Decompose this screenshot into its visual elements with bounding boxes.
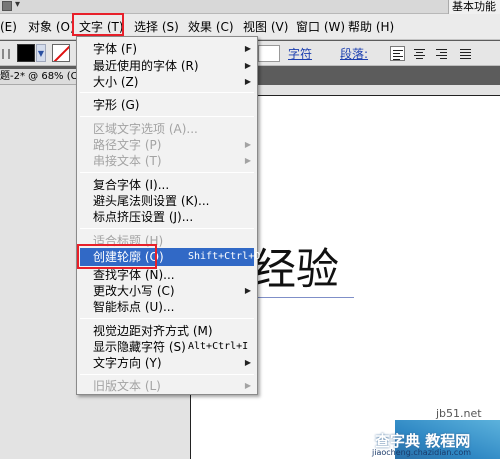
menu-edit[interactable]: (E) (0, 14, 17, 40)
menu-separator (80, 318, 254, 319)
align-center-icon[interactable] (412, 46, 427, 61)
menu-item-mojikumi-settings[interactable]: 标点挤压设置 (J)... (80, 208, 254, 226)
menu-help[interactable]: 帮助 (H) (348, 14, 394, 40)
workspace-switcher[interactable]: 基本功能 (448, 0, 500, 14)
align-left-icon[interactable] (390, 46, 405, 61)
menu-separator (80, 92, 254, 93)
app-icon[interactable] (2, 1, 12, 11)
menu-item-glyphs[interactable]: 字形 (G) (80, 96, 254, 114)
chevron-down-icon[interactable]: ▾ (15, 0, 20, 10)
menu-separator (80, 374, 254, 375)
submenu-arrow-icon: ▶ (244, 44, 251, 53)
fill-dropdown-icon[interactable]: ▼ (36, 44, 46, 62)
shortcut-create-outlines: Shift+Ctrl+O (188, 251, 261, 262)
menu-separator (80, 228, 254, 229)
menu-item-size[interactable]: 大小 (Z) ▶ (80, 73, 254, 91)
type-menu-dropdown: 字体 (F) ▶ 最近使用的字体 (R) ▶ 大小 (Z) ▶ 字形 (G) 区域文字… (76, 36, 261, 395)
menu-separator (80, 172, 254, 173)
create-outlines-highlight (77, 244, 157, 269)
watermark-url: jiaocheng.chazidian.com (372, 448, 472, 457)
align-right-icon[interactable] (434, 46, 449, 61)
justify-icon[interactable] (458, 46, 473, 61)
paragraph-link[interactable]: 段落: (340, 45, 368, 62)
fill-color-swatch[interactable] (17, 44, 35, 62)
text-baseline (256, 297, 354, 298)
watermark-site: jb51.net (436, 407, 482, 420)
font-style-field[interactable] (258, 45, 280, 62)
grip-icon (2, 49, 10, 59)
menu-separator (80, 116, 254, 117)
type-menu-highlight (72, 13, 124, 36)
menu-item-smart-punctuation[interactable]: 智能标点 (U)... (80, 298, 254, 316)
menu-item-font[interactable]: 字体 (F) ▶ (80, 40, 254, 58)
document-tab[interactable]: 题-2* @ 68% (C (0, 69, 83, 85)
character-link[interactable]: 字符 (288, 45, 312, 62)
submenu-arrow-icon: ▶ (244, 381, 251, 390)
menu-object[interactable]: 对象 (O) (28, 14, 75, 40)
menu-item-type-orientation[interactable]: 文字方向 (Y) ▶ (80, 354, 254, 372)
menu-window[interactable]: 窗口 (W) (296, 14, 345, 40)
submenu-arrow-icon: ▶ (244, 358, 251, 367)
submenu-arrow-icon: ▶ (244, 156, 251, 165)
submenu-arrow-icon: ▶ (244, 77, 251, 86)
canvas-text[interactable]: 经验 (253, 244, 339, 296)
menu-item-threaded-text: 串接文本 (T) ▶ (93, 154, 251, 168)
stroke-color-swatch[interactable] (52, 44, 70, 62)
menu-item-legacy-text: 旧版文本 (L) ▶ (93, 379, 251, 393)
title-bar: ▾ 基本功能 (0, 0, 500, 14)
